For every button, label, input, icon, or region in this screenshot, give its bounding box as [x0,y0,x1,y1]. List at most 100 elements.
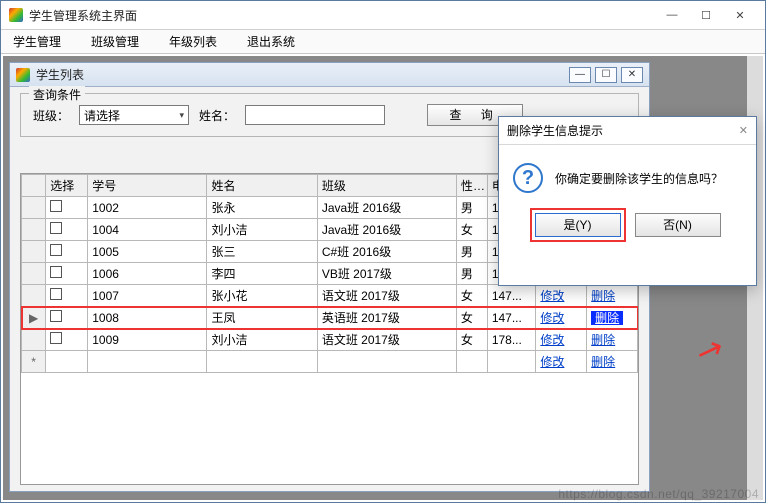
row-indicator [22,241,46,263]
row-indicator [22,197,46,219]
table-row[interactable]: ▶1008王凤英语班 2017级女147...修改删除 [22,307,638,329]
question-icon: ? [513,163,543,193]
cell-select[interactable] [46,329,88,351]
col-id[interactable]: 学号 [88,175,207,197]
cell-name: 王凤 [207,307,317,329]
cell-edit: 修改 [536,329,587,351]
cell-class: Java班 2016级 [317,197,456,219]
cell-gender: 女 [456,285,487,307]
col-select[interactable]: 选择 [46,175,88,197]
checkbox[interactable] [50,244,62,256]
app-icon [9,8,23,22]
cell-id: 1009 [88,329,207,351]
cell-id: 1008 [88,307,207,329]
cell-class: C#班 2016级 [317,241,456,263]
cell-delete: 删除 [587,285,638,307]
checkbox[interactable] [50,332,62,344]
dialog-message: 你确定要删除该学生的信息吗？ [555,170,723,187]
cell-class: 语文班 2017级 [317,285,456,307]
cell-select[interactable] [46,285,88,307]
cell-phone: 147... [487,307,536,329]
maximize-button[interactable]: ☐ [689,4,723,26]
table-new-row[interactable]: * 修改 删除 [22,351,638,373]
col-name[interactable]: 姓名 [207,175,317,197]
cell-phone: 178... [487,329,536,351]
delete-link[interactable]: 删除 [591,355,615,369]
cell-edit: 修改 [536,285,587,307]
class-label: 班级： [33,107,69,124]
cell-name: 张小花 [207,285,317,307]
dialog-close-icon[interactable]: ✕ [739,124,748,137]
row-indicator [22,285,46,307]
confirm-dialog: 删除学生信息提示 ✕ ? 你确定要删除该学生的信息吗？ 是(Y) 否(N) [498,116,757,286]
dialog-yes-button[interactable]: 是(Y) [535,213,621,237]
menu-grade[interactable]: 年级列表 [163,30,223,53]
checkbox[interactable] [50,200,62,212]
watermark: https://blog.csdn.net/qq_39217004 [558,487,759,501]
name-input[interactable] [245,105,385,125]
cell-select[interactable] [46,197,88,219]
dialog-no-button[interactable]: 否(N) [635,213,721,237]
row-indicator: ▶ [22,307,46,329]
cell-select[interactable] [46,307,88,329]
menu-exit[interactable]: 退出系统 [241,30,301,53]
class-combo[interactable]: 请选择 ▾ [79,105,189,125]
checkbox[interactable] [50,288,62,300]
cell-gender: 女 [456,307,487,329]
edit-link[interactable]: 修改 [540,333,564,347]
edit-link[interactable]: 修改 [540,311,564,325]
row-indicator: * [22,351,46,373]
cell-edit: 修改 [536,307,587,329]
cell-delete: 删除 [587,329,638,351]
cell-select[interactable] [46,263,88,285]
col-class[interactable]: 班级 [317,175,456,197]
cell-name: 刘小洁 [207,219,317,241]
cell-name: 张永 [207,197,317,219]
dialog-title: 删除学生信息提示 [507,122,739,139]
mdi-close[interactable]: ✕ [621,67,643,83]
delete-link[interactable]: 删除 [591,311,623,325]
cell-gender: 男 [456,241,487,263]
checkbox[interactable] [50,222,62,234]
row-indicator [22,263,46,285]
cell-id: 1006 [88,263,207,285]
cell-gender: 男 [456,263,487,285]
checkbox[interactable] [50,266,62,278]
main-title: 学生管理系统主界面 [29,7,655,24]
class-combo-value: 请选择 [84,107,120,124]
cell-select[interactable] [46,219,88,241]
table-row[interactable]: 1009刘小洁语文班 2017级女178...修改删除 [22,329,638,351]
table-row[interactable]: 1007张小花语文班 2017级女147... 修改 删除 [22,285,638,307]
cell-id: 1005 [88,241,207,263]
cell-id: 1007 [88,285,207,307]
menu-student[interactable]: 学生管理 [7,30,67,53]
cell-name: 李四 [207,263,317,285]
cell-phone: 147... [487,285,536,307]
name-label: 姓名： [199,107,235,124]
edit-link[interactable]: 修改 [540,289,564,303]
row-indicator [22,329,46,351]
cell-class: Java班 2016级 [317,219,456,241]
cell-gender: 男 [456,197,487,219]
cell-name: 刘小洁 [207,329,317,351]
cell-class: VB班 2017级 [317,263,456,285]
mdi-maximize[interactable]: ☐ [595,67,617,83]
cell-id: 1004 [88,219,207,241]
cell-name: 张三 [207,241,317,263]
delete-link[interactable]: 删除 [591,289,615,303]
chevron-down-icon: ▾ [179,110,184,121]
menu-class[interactable]: 班级管理 [85,30,145,53]
checkbox[interactable] [50,310,62,322]
row-indicator [22,219,46,241]
close-button[interactable]: ✕ [723,4,757,26]
cell-delete: 删除 [587,307,638,329]
cell-select[interactable] [46,241,88,263]
dialog-titlebar: 删除学生信息提示 ✕ [499,117,756,145]
inner-title: 学生列表 [36,66,569,83]
minimize-button[interactable]: — [655,4,689,26]
mdi-minimize[interactable]: — [569,67,591,83]
edit-link[interactable]: 修改 [540,355,564,369]
delete-link[interactable]: 删除 [591,333,615,347]
col-gender[interactable]: 性别 [456,175,487,197]
menubar: 学生管理 班级管理 年级列表 退出系统 [1,30,765,54]
